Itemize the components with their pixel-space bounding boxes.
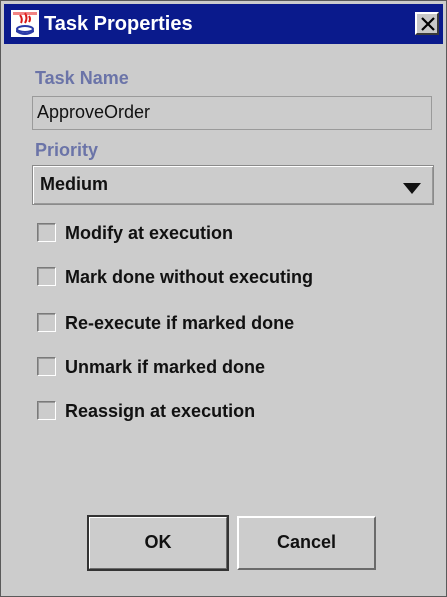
checkbox[interactable] (37, 223, 56, 242)
task-properties-dialog: Task Properties Task Name ApproveOrder P… (0, 0, 447, 597)
option-label: Modify at execution (65, 223, 234, 243)
checkbox[interactable] (37, 401, 56, 420)
option-label: Unmark if marked done (65, 357, 266, 377)
task-name-value: ApproveOrder (37, 102, 151, 122)
close-button[interactable] (415, 12, 439, 35)
ok-button[interactable]: OK (87, 515, 229, 571)
java-app-icon (11, 10, 39, 37)
task-name-field[interactable]: ApproveOrder (32, 96, 432, 130)
priority-selected-value: Medium (40, 174, 109, 194)
triangle-down-icon[interactable] (403, 181, 421, 199)
window-title: Task Properties (44, 13, 193, 35)
checkbox[interactable] (37, 313, 56, 332)
task-name-label: Task Name (35, 68, 129, 88)
option-label: Reassign at execution (65, 401, 256, 421)
close-icon (421, 17, 435, 31)
cancel-button[interactable]: Cancel (237, 516, 376, 570)
title-bar[interactable]: Task Properties (4, 4, 443, 44)
priority-dropdown[interactable]: Medium (32, 165, 434, 205)
option-label: Mark done without executing (65, 267, 314, 287)
priority-label: Priority (35, 140, 99, 160)
checkbox[interactable] (37, 267, 56, 286)
option-label: Re-execute if marked done (65, 313, 295, 333)
checkbox[interactable] (37, 357, 56, 376)
